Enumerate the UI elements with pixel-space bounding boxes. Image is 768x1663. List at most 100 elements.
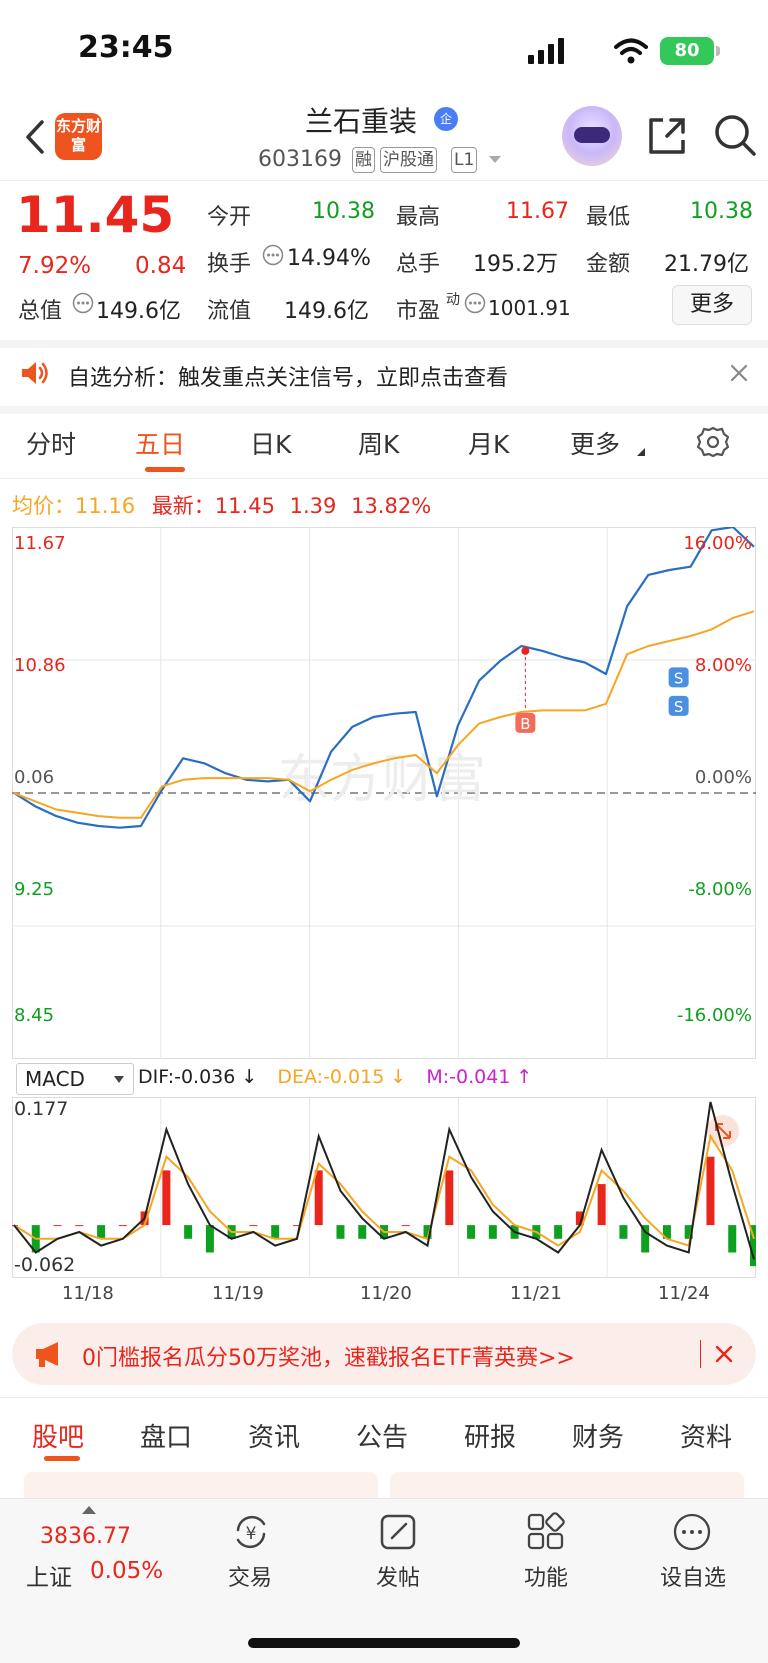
high-value: 11.67 [506, 199, 569, 224]
avg-price-line: 均价：11.16 最新：11.45 1.39 13.82% [12, 490, 431, 520]
dea-value: DEA:-0.015 ↓ [277, 1066, 407, 1088]
divider [0, 180, 768, 181]
latest-value: 11.45 [214, 494, 275, 518]
dif-value: DIF:-0.036 ↓ [138, 1066, 258, 1088]
macd-histogram-bar [249, 1225, 258, 1227]
macd-histogram-bar [184, 1225, 193, 1239]
sell-marker-label: S [674, 698, 684, 716]
wifi-icon [614, 38, 648, 64]
stock-code: 603169 [258, 147, 342, 172]
watchlist-label[interactable]: 设自选 [660, 1560, 726, 1592]
tab-more[interactable]: 更多 [570, 425, 620, 461]
macd-histogram-bar [445, 1170, 454, 1226]
close-icon[interactable] [730, 364, 748, 382]
sell-marker-label: S [674, 669, 684, 687]
section-gap [0, 340, 768, 348]
tab-month-k[interactable]: 月K [468, 425, 509, 461]
latest-change: 1.39 [289, 494, 337, 518]
macd-histogram-bar [619, 1225, 628, 1239]
features-label[interactable]: 功能 [524, 1560, 568, 1592]
app-logo[interactable]: 东方财富 [55, 113, 102, 160]
feed-card-edge [24, 1472, 378, 1498]
active-tab-indicator [44, 1456, 80, 1461]
m-value: M:-0.041 ↑ [426, 1066, 533, 1088]
five-day-chart[interactable]: 东方财富 BSS 11.6710.860.069.258.4516.00%8.0… [12, 527, 756, 1059]
float-label: 流值 [207, 299, 252, 324]
notice-text[interactable]: 自选分析：触发重点关注信号，立即点击查看 [68, 360, 508, 392]
current-price: 11.45 [16, 186, 175, 244]
info-dots-icon[interactable] [464, 292, 486, 314]
y-left-tick: 10.86 [14, 655, 66, 676]
date-label: 11/21 [510, 1283, 562, 1304]
y-left-tick: 9.25 [14, 879, 54, 900]
latest-label: 最新： [151, 494, 215, 518]
battery-indicator: 80 [660, 37, 720, 65]
volume-label: 总手 [396, 252, 441, 277]
tag-connect: 沪股通 [380, 147, 437, 173]
close-icon[interactable] [714, 1344, 734, 1364]
macd-histogram-bar [358, 1225, 367, 1239]
add-watchlist-icon[interactable] [672, 1512, 712, 1552]
mktcap-value: 149.6亿 [96, 299, 181, 324]
macd-histogram-bar [75, 1225, 84, 1227]
amount-value: 21.79亿 [664, 252, 749, 277]
y-left-tick: 8.45 [14, 1005, 54, 1026]
low-label: 最低 [586, 205, 631, 230]
macd-chart[interactable]: 0.177 -0.062 [12, 1097, 756, 1278]
volume-value: 195.2万 [473, 252, 558, 277]
share-icon[interactable] [645, 114, 689, 158]
macd-histogram-bar [314, 1170, 323, 1226]
tab-pankou[interactable]: 盘口 [140, 1417, 192, 1454]
info-dots-icon[interactable] [262, 244, 284, 266]
more-button[interactable]: 更多 [672, 285, 752, 325]
tab-finance[interactable]: 财务 [572, 1417, 624, 1454]
tab-news[interactable]: 资讯 [248, 1417, 300, 1454]
index-name[interactable]: 上证 [26, 1558, 72, 1592]
macd-histogram-bar [162, 1170, 171, 1226]
search-icon[interactable] [712, 112, 758, 158]
buy-marker-label: B [520, 715, 530, 733]
turnover-value: 14.94% [287, 246, 371, 271]
enterprise-badge: 企 [434, 107, 458, 131]
tab-announcements[interactable]: 公告 [356, 1417, 408, 1454]
macd-layer [12, 1097, 756, 1278]
post-label[interactable]: 发帖 [376, 1560, 420, 1592]
y-right-tick: -16.00% [677, 1005, 752, 1026]
tag-margin: 融 [352, 147, 375, 173]
tab-research[interactable]: 研报 [464, 1417, 516, 1454]
y-right-tick: 8.00% [695, 655, 752, 676]
date-label: 11/20 [360, 1283, 412, 1304]
tab-five-day[interactable]: 五日 [135, 425, 185, 461]
megaphone-icon [36, 1342, 58, 1367]
change-percent: 7.92% [18, 253, 92, 279]
low-value: 10.38 [690, 199, 753, 224]
caret-up-icon[interactable] [82, 1506, 96, 1514]
info-dots-icon[interactable] [72, 292, 94, 314]
settings-gear-icon[interactable] [696, 425, 730, 459]
macd-selector-label: MACD [25, 1067, 85, 1091]
tab-day-k[interactable]: 日K [250, 425, 291, 461]
turnover-label: 换手 [207, 252, 252, 277]
tab-intraday[interactable]: 分时 [26, 425, 76, 461]
caret-down-icon[interactable] [488, 155, 502, 165]
pe-label: 市盈 [396, 299, 441, 324]
y-left-tick: 11.67 [14, 533, 66, 554]
trade-label[interactable]: 交易 [228, 1560, 272, 1592]
trade-icon[interactable]: ¥ [230, 1512, 272, 1552]
tab-profile[interactable]: 资料 [680, 1417, 732, 1454]
index-pct[interactable]: 0.05% [90, 1558, 163, 1584]
tab-week-k[interactable]: 周K [358, 425, 399, 461]
macd-histogram-bar [488, 1225, 497, 1239]
change-amount: 0.84 [135, 253, 187, 279]
macd-values: DIF:-0.036 ↓ DEA:-0.015 ↓ M:-0.041 ↑ [138, 1066, 532, 1088]
back-icon[interactable] [18, 112, 54, 162]
active-tab-indicator [145, 467, 185, 472]
macd-histogram-bar [205, 1225, 214, 1253]
post-icon[interactable] [378, 1512, 418, 1552]
macd-histogram-bar [467, 1225, 476, 1239]
tab-guba[interactable]: 股吧 [32, 1417, 84, 1454]
y-left-tick: 0.06 [14, 767, 54, 788]
promo-text[interactable]: 0门槛报名瓜分50万奖池，速戳报名ETF菁英赛>> [82, 1340, 575, 1372]
index-value[interactable]: 3836.77 [40, 1524, 131, 1549]
features-icon[interactable] [526, 1512, 566, 1552]
